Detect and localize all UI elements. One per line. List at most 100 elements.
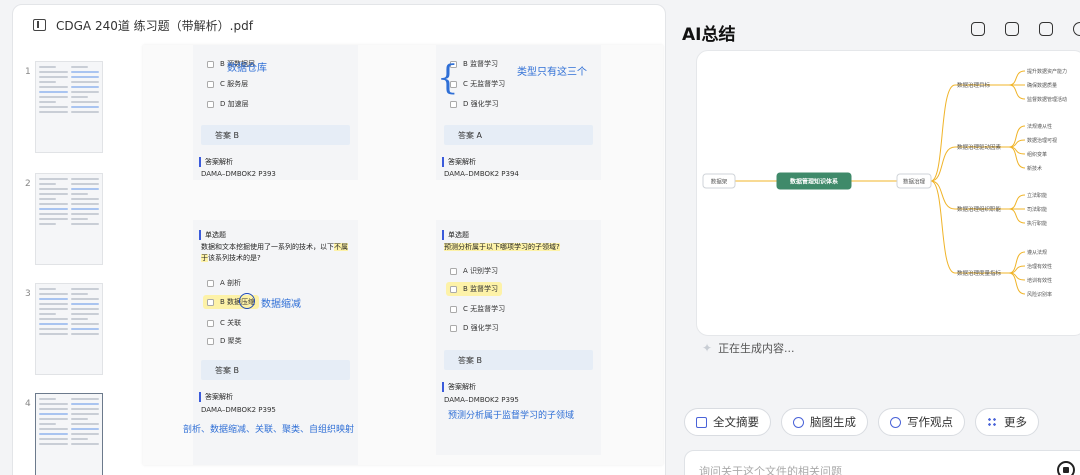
mindmap-icon [793, 416, 804, 428]
option: A 识别学习 [450, 266, 498, 276]
pdf-viewer: CDGA 240道 练习题（带解析）.pdf 1 2 3 4 B 源数据层 C … [12, 4, 666, 475]
question-type: 单选题 [442, 230, 469, 240]
option: A 剖析 [207, 278, 241, 288]
thumbnail-list: 1 2 3 4 [13, 49, 125, 475]
mindmap-leaf-label[interactable]: 监督数据管理活动 [1027, 96, 1067, 103]
ask-input[interactable] [699, 465, 999, 475]
mindmap-node-hub[interactable]: 数据治理 [896, 173, 932, 189]
thumbnail-page-4[interactable]: 4 [13, 393, 125, 475]
handwritten-note: 剖析、数据缩减、关联、聚类、自组织映射 [183, 425, 355, 435]
mindmap-branch-label[interactable]: 数据治理驱动因素 [957, 143, 1002, 151]
mindmap-leaf-label[interactable]: 司法职能 [1027, 206, 1047, 213]
thumbnail-page-3[interactable]: 3 [13, 283, 125, 379]
mindmap-leaf-label[interactable]: 数据治理可视 [1027, 137, 1057, 144]
connector-branch [930, 180, 956, 210]
thumbnail-number: 4 [25, 399, 31, 409]
document-icon [696, 416, 707, 428]
analysis-title: 答案解析 [199, 157, 233, 167]
checkbox-icon [450, 267, 457, 275]
mindmap-node-root-label: 数据架 [711, 178, 728, 186]
lightbulb-icon [890, 416, 901, 428]
option: D 强化学习 [450, 99, 499, 109]
refresh-icon[interactable] [1005, 22, 1019, 36]
answer-bar: 答案 B [201, 125, 350, 145]
mindmap-leaf-label[interactable]: 风险识别率 [1027, 291, 1052, 298]
mindmap-branch-label[interactable]: 数据治理目标 [957, 81, 991, 89]
checkbox-icon [207, 80, 214, 88]
connector-leaf [1008, 84, 1026, 100]
summary-button[interactable]: 全文摘要 [684, 408, 771, 436]
action-bar: 全文摘要 脑图生成 写作观点 更多 [684, 408, 1039, 436]
ai-panel-title: AI总结 [682, 25, 736, 45]
analysis-title: 答案解析 [442, 157, 476, 167]
checkbox-icon [450, 305, 457, 313]
connector-leaf [1008, 146, 1026, 169]
checkbox-icon [207, 298, 214, 306]
mindmap-node-center[interactable]: 数据管理知识体系 [776, 172, 852, 190]
question-card-1: B 源数据层 C 服务层 D 加速层 答案 B 答案解析 DAMA–DMBOK2… [193, 45, 358, 180]
sparkle-icon: ✦ [702, 341, 713, 355]
thumbnail-image[interactable] [35, 61, 103, 153]
ai-toolbar [971, 22, 1080, 36]
connector-branch [930, 84, 956, 182]
mindmap-leaf-label[interactable]: 遵从法规 [1027, 249, 1047, 256]
option: C 无监督学习 [450, 304, 505, 314]
mindmap-leaf-label[interactable]: 组织变革 [1027, 151, 1047, 158]
mindmap-button[interactable]: 脑图生成 [781, 408, 868, 436]
analysis-text: DAMA–DMBOK2 P394 [444, 170, 519, 178]
more-button[interactable]: 更多 [975, 408, 1039, 436]
mindmap-branch-label[interactable]: 数据治理组织职能 [957, 205, 1002, 213]
mindmap-leaf-label[interactable]: 立法职能 [1027, 192, 1047, 199]
more-icon[interactable] [1073, 22, 1080, 36]
checkbox-icon [207, 279, 214, 287]
option: C 关联 [207, 318, 241, 328]
stop-icon[interactable] [1057, 461, 1075, 475]
connector-leaf [1008, 208, 1026, 224]
thumbnail-number: 3 [25, 289, 31, 299]
pdf-page: B 源数据层 C 服务层 D 加速层 答案 B 答案解析 DAMA–DMBOK2… [143, 45, 663, 465]
checkbox-icon [207, 60, 214, 68]
thumbnail-image-active[interactable] [35, 393, 103, 475]
mindmap-leaf-label[interactable]: 提升数据资产能力 [1027, 68, 1067, 75]
brace-annotation: { [437, 58, 459, 98]
writing-button[interactable]: 写作观点 [878, 408, 965, 436]
checkbox-icon [450, 100, 457, 108]
mindmap-leaf-label[interactable]: 法规遵从性 [1027, 123, 1052, 130]
checkbox-icon [450, 324, 457, 332]
handwritten-note: 预测分析属于监督学习的子领域 [448, 411, 575, 421]
home-icon[interactable] [1039, 22, 1053, 36]
checkbox-icon [207, 100, 214, 108]
option: D 加速层 [207, 99, 249, 109]
mindmap-leaf-label[interactable]: 治理有效性 [1027, 263, 1052, 270]
connector-leaf [1008, 251, 1026, 274]
mindmap-leaf-label[interactable]: 确保数据质量 [1027, 82, 1057, 89]
mindmap-leaf-label[interactable]: 新技术 [1027, 165, 1042, 172]
copy-icon[interactable] [971, 22, 985, 36]
mindmap-card: 数据架 数据管理知识体系 数据治理 数据治理目标 提升数据资产能力 确保数据质量监督数据管… [696, 50, 1080, 336]
question-text: 预测分析属于以下哪项学习的子领域? [444, 243, 560, 251]
mindmap-node-root[interactable]: 数据架 [702, 173, 736, 189]
sidebar-toggle-icon[interactable] [33, 19, 46, 31]
thumbnail-page-2[interactable]: 2 [13, 173, 125, 269]
answer-bar: 答案 A [444, 125, 593, 145]
connector-leaf [1008, 272, 1026, 295]
mindmap: 数据架 数据管理知识体系 数据治理 数据治理目标 提升数据资产能力确保数据质量监督数据管… [702, 68, 1067, 298]
generation-status: ✦ 正在生成内容... [702, 341, 795, 355]
mindmap-branch-label[interactable]: 数据治理度量指标 [957, 269, 1002, 277]
connector-leaf [1008, 125, 1026, 148]
ask-box [684, 450, 1080, 475]
mindmap-leaf-label[interactable]: 执行职能 [1027, 220, 1047, 227]
option: C 服务层 [207, 79, 248, 89]
ai-panel: AI总结 数据架 数据管理知识体系 数据治理 数据治理目标 提升数据资产能力 确保数据质量… [666, 0, 1080, 475]
handwritten-note: 类型只有这三个 [517, 67, 587, 78]
mindmap-leaf-label[interactable]: 培训有效性 [1027, 277, 1052, 284]
mindmap-nodes: 数据架 数据管理知识体系 数据治理 数据治理目标 提升数据资产能力确保数据质量监督数据管… [702, 68, 1067, 298]
grid-icon [987, 416, 998, 428]
thumbnail-image[interactable] [35, 283, 103, 375]
thumbnail-image[interactable] [35, 173, 103, 265]
app-window: CDGA 240道 练习题（带解析）.pdf 1 2 3 4 B 源数据层 C … [0, 0, 1080, 475]
viewer-header: CDGA 240道 练习题（带解析）.pdf [13, 5, 665, 45]
answer-bar: 答案 B [201, 360, 350, 380]
checkbox-icon [207, 319, 214, 327]
thumbnail-page-1[interactable]: 1 [13, 61, 125, 157]
